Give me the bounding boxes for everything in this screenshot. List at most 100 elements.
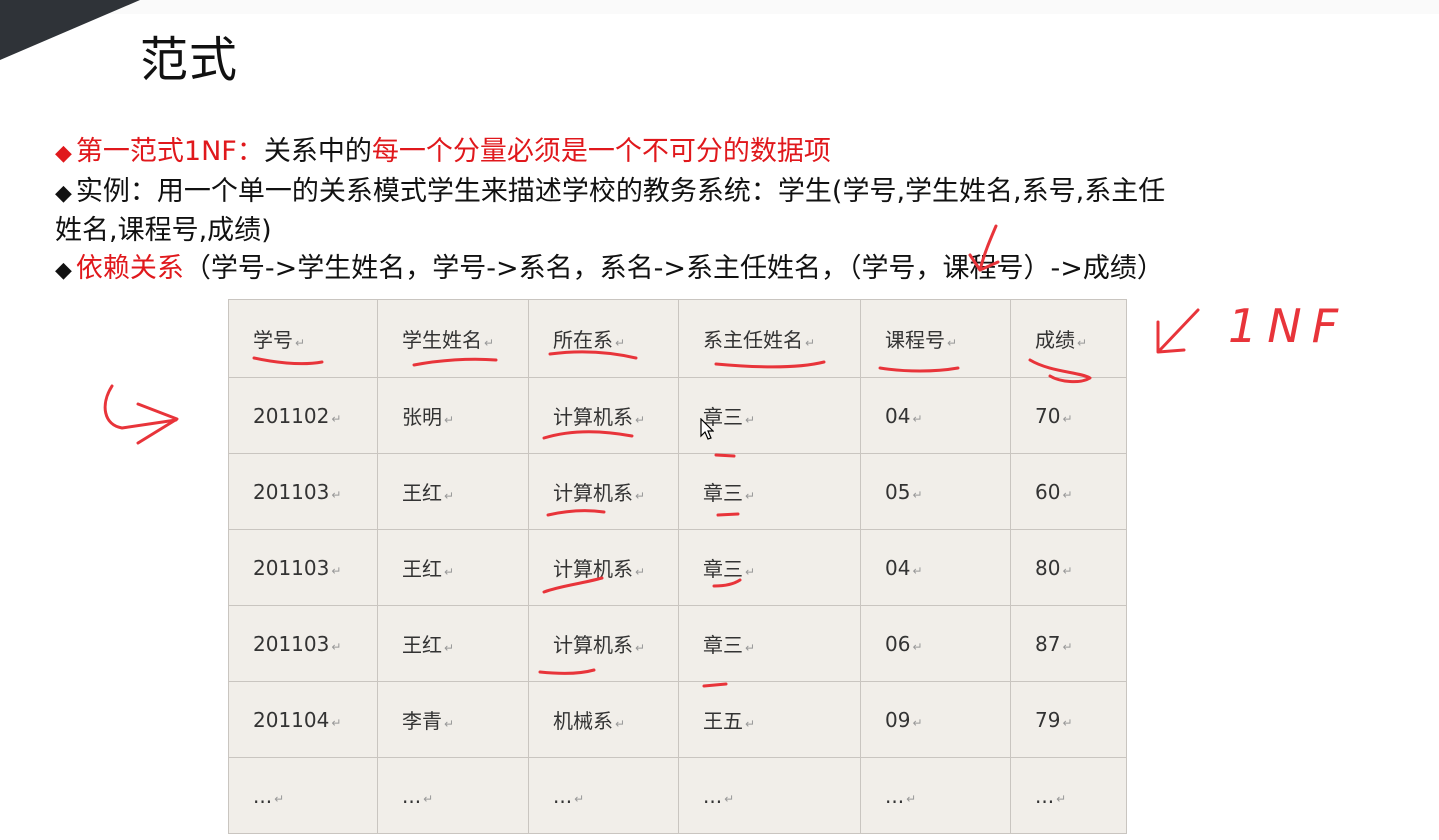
table-cell: 机械系 ↵ bbox=[528, 681, 679, 758]
hand-arrow-right-icon bbox=[103, 384, 178, 430]
table-cell: 06 ↵ bbox=[860, 605, 1011, 682]
table-header-cell: 所在系 ↵ bbox=[528, 299, 679, 378]
table-row: ... ↵... ↵... ↵... ↵... ↵... ↵ bbox=[228, 757, 1127, 834]
cell-text: 系主任姓名 bbox=[703, 328, 803, 352]
paragraph-mark-icon: ↵ bbox=[912, 715, 923, 730]
table-cell: 201104 ↵ bbox=[228, 681, 378, 758]
cell-text: 201104 bbox=[253, 707, 330, 732]
table-header-row: 学号 ↵ 学生姓名 ↵ 所在系 ↵ 系主任姓名 ↵ 课程号 ↵ 成绩 ↵ bbox=[228, 299, 1127, 378]
paragraph-mark-icon: ↵ bbox=[331, 715, 342, 730]
table-cell: 张明 ↵ bbox=[377, 377, 529, 454]
paragraph-mark-icon: ↵ bbox=[1062, 639, 1073, 654]
table-cell: 章三 ↵ bbox=[678, 529, 861, 606]
table-header-cell: 系主任姓名 ↵ bbox=[678, 299, 861, 378]
paragraph-mark-icon: ↵ bbox=[444, 717, 455, 731]
table-cell: 章三 ↵ bbox=[678, 453, 861, 530]
cell-text: 70 bbox=[1035, 403, 1061, 428]
cell-text: 计算机系 bbox=[553, 633, 633, 657]
paragraph-mark-icon: ↵ bbox=[912, 639, 923, 654]
cell-text: 成绩 bbox=[1035, 328, 1075, 352]
paragraph-mark-icon: ↵ bbox=[484, 336, 495, 350]
table-header-cell: 课程号 ↵ bbox=[860, 299, 1011, 378]
paragraph-mark-icon: ↵ bbox=[745, 413, 756, 427]
example-line: ◆ 实例：用一个单一的关系模式学生来描述学校的教务系统：学生(学号,学生姓名,系号… bbox=[55, 174, 1165, 212]
cell-text: 09 bbox=[885, 707, 911, 732]
paragraph-mark-icon: ↵ bbox=[423, 791, 434, 806]
cell-text: 201103 bbox=[253, 631, 330, 656]
table-cell: ... ↵ bbox=[528, 757, 679, 834]
table-cell: 计算机系 ↵ bbox=[528, 377, 679, 454]
table-cell: 87 ↵ bbox=[1010, 605, 1127, 682]
table-cell: 80 ↵ bbox=[1010, 529, 1127, 606]
table-cell: 09 ↵ bbox=[860, 681, 1011, 758]
handwritten-1nf-label: 1NF bbox=[1228, 299, 1348, 353]
paragraph-mark-icon: ↵ bbox=[947, 336, 958, 350]
cell-text: ... bbox=[1035, 783, 1055, 808]
table-header-cell: 学生姓名 ↵ bbox=[377, 299, 529, 378]
table-cell: 计算机系 ↵ bbox=[528, 605, 679, 682]
hand-arrow-left-icon bbox=[1158, 308, 1200, 352]
paragraph-mark-icon: ↵ bbox=[444, 413, 455, 427]
paragraph-mark-icon: ↵ bbox=[574, 791, 585, 806]
table-cell: ... ↵ bbox=[377, 757, 529, 834]
table-cell: 05 ↵ bbox=[860, 453, 1011, 530]
paragraph-mark-icon: ↵ bbox=[274, 791, 285, 806]
paragraph-mark-icon: ↵ bbox=[1056, 791, 1067, 806]
paragraph-mark-icon: ↵ bbox=[331, 487, 342, 502]
paragraph-mark-icon: ↵ bbox=[635, 413, 646, 427]
example-text-continued: 姓名,课程号,成绩) bbox=[55, 215, 272, 246]
cell-text: ... bbox=[253, 783, 273, 808]
dependency-line: ◆ 依赖关系（学号->学生姓名，学号->系名，系名->系主任姓名，（学号，课程号）… bbox=[55, 251, 1164, 289]
slide-title: 范式 bbox=[140, 32, 239, 88]
table-cell: 计算机系 ↵ bbox=[528, 453, 679, 530]
table-cell: 70 ↵ bbox=[1010, 377, 1127, 454]
cell-text: 章三 bbox=[703, 557, 743, 581]
table-cell: 李青 ↵ bbox=[377, 681, 529, 758]
cell-text: ... bbox=[553, 783, 573, 808]
cell-text: 课程号 bbox=[885, 328, 945, 352]
cell-text: ... bbox=[402, 783, 422, 808]
first-nf-label: 第一范式1NF： bbox=[75, 136, 264, 167]
paragraph-mark-icon: ↵ bbox=[912, 411, 923, 426]
cell-text: 章三 bbox=[703, 481, 743, 505]
table-cell: ... ↵ bbox=[228, 757, 378, 834]
table-row: 201103 ↵ 王红 ↵ 计算机系 ↵ 章三 ↵ 04 ↵ 80 ↵ bbox=[228, 529, 1127, 606]
table-header-cell: 学号 ↵ bbox=[228, 299, 378, 378]
cell-text: 学生姓名 bbox=[402, 328, 482, 352]
table-header-cell: 成绩 ↵ bbox=[1010, 299, 1127, 378]
paragraph-mark-icon: ↵ bbox=[912, 563, 923, 578]
paragraph-mark-icon: ↵ bbox=[295, 336, 306, 350]
cell-text: 章三 bbox=[703, 633, 743, 657]
table-cell: 201103 ↵ bbox=[228, 605, 378, 682]
paragraph-mark-icon: ↵ bbox=[1062, 487, 1073, 502]
cell-text: 王红 bbox=[402, 557, 442, 581]
table-cell: 王红 ↵ bbox=[377, 529, 529, 606]
cell-text: 李青 bbox=[402, 709, 442, 733]
paragraph-mark-icon: ↵ bbox=[635, 489, 646, 503]
corner-decoration bbox=[0, 0, 140, 60]
table-cell: 04 ↵ bbox=[860, 529, 1011, 606]
paragraph-mark-icon: ↵ bbox=[745, 641, 756, 655]
table-row: 201103 ↵ 王红 ↵ 计算机系 ↵ 章三 ↵ 06 ↵ 87 ↵ bbox=[228, 605, 1127, 682]
paragraph-mark-icon: ↵ bbox=[906, 791, 917, 806]
table-row: 201103 ↵ 王红 ↵ 计算机系 ↵ 章三 ↵ 05 ↵ 60 ↵ bbox=[228, 453, 1127, 530]
paragraph-mark-icon: ↵ bbox=[635, 641, 646, 655]
table-cell: 王五 ↵ bbox=[678, 681, 861, 758]
table-cell: ... ↵ bbox=[678, 757, 861, 834]
cell-text: 201103 bbox=[253, 479, 330, 504]
table-cell: ... ↵ bbox=[860, 757, 1011, 834]
cell-text: 06 bbox=[885, 631, 911, 656]
paragraph-mark-icon: ↵ bbox=[635, 565, 646, 579]
cell-text: 张明 bbox=[402, 405, 442, 429]
paragraph-mark-icon: ↵ bbox=[331, 563, 342, 578]
cell-text: 87 bbox=[1035, 631, 1061, 656]
paragraph-mark-icon: ↵ bbox=[1077, 336, 1088, 350]
bullet-icon: ◆ bbox=[55, 141, 72, 166]
paragraph-mark-icon: ↵ bbox=[615, 336, 626, 350]
paragraph-mark-icon: ↵ bbox=[1062, 715, 1073, 730]
table-cell: 王红 ↵ bbox=[377, 453, 529, 530]
cell-text: 计算机系 bbox=[553, 557, 633, 581]
cell-text: 王五 bbox=[703, 709, 743, 733]
table-cell: 60 ↵ bbox=[1010, 453, 1127, 530]
paragraph-mark-icon: ↵ bbox=[805, 336, 816, 350]
